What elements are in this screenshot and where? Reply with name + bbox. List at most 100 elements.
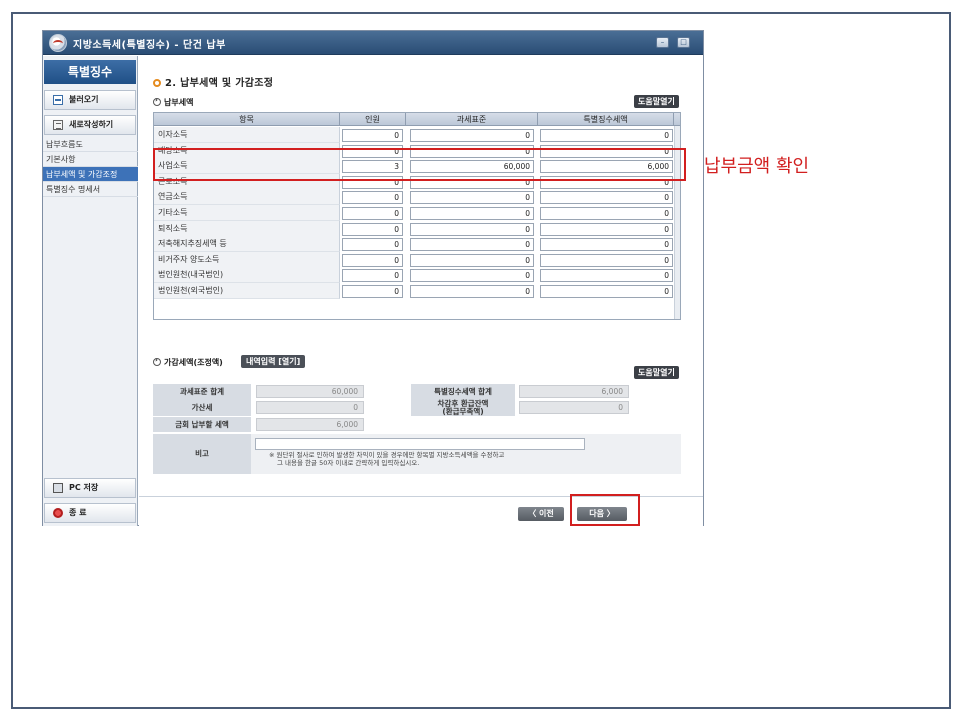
chevron-right-icon bbox=[153, 356, 161, 366]
table-row: 기타소득 0 0 0 bbox=[154, 205, 680, 221]
table-row: 비거주자 양도소득 0 0 0 bbox=[154, 251, 680, 268]
base-total-value: 60,000 bbox=[256, 385, 364, 398]
remark-label: 비고 bbox=[153, 434, 251, 474]
load-button-label: 불러오기 bbox=[69, 95, 99, 104]
new-document-button[interactable]: 새로작성하기 bbox=[44, 115, 136, 135]
addition-label: 가산세 bbox=[153, 399, 251, 416]
sidebar-item-tax-adjust[interactable]: 납부세액 및 가감조정 bbox=[43, 167, 138, 182]
count-input-retirement[interactable]: 0 bbox=[342, 222, 403, 236]
sidebar-header: 특별징수 bbox=[44, 60, 136, 84]
tax-total-label: 특별징수세액 합계 bbox=[411, 384, 515, 399]
detail-input-button[interactable]: 내역입력 [열기] bbox=[241, 355, 306, 368]
window-title: 지방소득세(특별징수) - 단건 납부 bbox=[73, 40, 226, 51]
base-input-corp-domestic[interactable]: 0 bbox=[410, 269, 534, 283]
adjust-subtitle-text: 가감세액(조정액) bbox=[164, 358, 223, 367]
highlight-business-income-box bbox=[153, 148, 686, 181]
tax-input-retirement[interactable]: 0 bbox=[540, 222, 673, 236]
payable-value: 6,000 bbox=[256, 418, 364, 431]
adjust-row-payable: 금회 납부할 세액 6,000 bbox=[153, 417, 681, 432]
tax-input-savings[interactable]: 0 bbox=[540, 238, 673, 252]
table-row: 퇴직소득 0 0 0 bbox=[154, 220, 680, 237]
exit-label: 종 료 bbox=[69, 508, 87, 517]
count-input-corp-foreign[interactable]: 0 bbox=[342, 285, 403, 298]
row-label-savings: 저축해지추징세액 등 bbox=[154, 236, 340, 253]
remark-note-line2: 그 내용을 한글 50자 이내로 간략하게 입력하십시오. bbox=[277, 459, 420, 467]
load-file-icon bbox=[53, 95, 63, 105]
refund-label-line2: (환급무족액) bbox=[442, 407, 484, 416]
refund-value: 0 bbox=[519, 401, 629, 414]
help-button[interactable]: 도움말열기 bbox=[634, 95, 679, 108]
title-bar: 지방소득세(특별징수) - 단건 납부 – □ bbox=[43, 31, 703, 55]
row-label-corp-foreign: 법인원천(외국법인) bbox=[154, 283, 340, 299]
pc-save-button[interactable]: PC 저장 bbox=[44, 478, 136, 498]
table-row: 법인원천(내국법인) 0 0 0 bbox=[154, 267, 680, 284]
new-document-label: 새로작성하기 bbox=[69, 120, 114, 129]
remark-note: ※ 원단위 절사로 인하여 발생한 차익이 있을 경우에만 항목별 지방소득세액… bbox=[269, 451, 504, 467]
base-input-pension[interactable]: 0 bbox=[410, 191, 534, 205]
count-input-corp-domestic[interactable]: 0 bbox=[342, 269, 403, 283]
chevron-right-icon bbox=[153, 96, 161, 106]
pc-save-label: PC 저장 bbox=[69, 483, 99, 492]
grid-header: 항목 인원 과세표준 특별징수세액 bbox=[154, 113, 680, 126]
base-input-corp-foreign[interactable]: 0 bbox=[410, 285, 534, 298]
refund-label: 차감후 환급잔액 (환급무족액) bbox=[411, 399, 515, 416]
base-input-retirement[interactable]: 0 bbox=[410, 222, 534, 236]
base-input-other[interactable]: 0 bbox=[410, 207, 534, 220]
count-input-pension[interactable]: 0 bbox=[342, 191, 403, 205]
government-logo-icon bbox=[49, 34, 67, 52]
tax-input-corp-foreign[interactable]: 0 bbox=[540, 285, 673, 298]
tax-input-pension[interactable]: 0 bbox=[540, 191, 673, 205]
tax-grid: 항목 인원 과세표준 특별징수세액 이자소득 0 0 0 배당소득 0 0 0 사업소득 3 60,… bbox=[153, 112, 681, 320]
remark-note-line1: ※ 원단위 절사로 인하여 발생한 차익이 있을 경우에만 항목별 지방소득세액… bbox=[269, 451, 505, 459]
base-input-nonresident[interactable]: 0 bbox=[410, 253, 534, 267]
save-disk-icon bbox=[53, 483, 63, 493]
exit-button[interactable]: 종 료 bbox=[44, 503, 136, 523]
tax-subtitle-text: 납부세액 bbox=[164, 98, 194, 107]
main-content: 2. 납부세액 및 가감조정 납부세액 도움말열기 항목 인원 과세표준 특별징… bbox=[139, 56, 703, 496]
table-row: 연금소득 0 0 0 bbox=[154, 189, 680, 206]
header-item: 항목 bbox=[154, 113, 340, 126]
count-input-interest[interactable]: 0 bbox=[342, 129, 403, 142]
row-label-corp-domestic: 법인원천(내국법인) bbox=[154, 267, 340, 284]
tax-input-interest[interactable]: 0 bbox=[540, 129, 673, 142]
payable-label: 금회 납부할 세액 bbox=[153, 417, 251, 432]
row-label-nonresident: 비거주자 양도소득 bbox=[154, 251, 340, 268]
row-label-retirement: 퇴직소득 bbox=[154, 220, 340, 237]
row-label-interest: 이자소득 bbox=[154, 127, 340, 143]
tax-input-nonresident[interactable]: 0 bbox=[540, 253, 673, 267]
sidebar-item-basic[interactable]: 기본사항 bbox=[43, 152, 138, 167]
tax-input-corp-domestic[interactable]: 0 bbox=[540, 269, 673, 283]
load-button[interactable]: 불러오기 bbox=[44, 90, 136, 110]
section-title: 2. 납부세액 및 가감조정 bbox=[153, 74, 273, 89]
tax-total-value: 6,000 bbox=[519, 385, 629, 398]
section-title-text: 2. 납부세액 및 가감조정 bbox=[165, 78, 274, 89]
header-count: 인원 bbox=[340, 113, 406, 126]
remark-input[interactable] bbox=[255, 438, 585, 450]
sidebar-item-flow[interactable]: 납부흐름도 bbox=[43, 137, 138, 152]
sidebar-item-statement[interactable]: 특별징수 명세서 bbox=[43, 182, 138, 197]
minimize-button[interactable]: – bbox=[656, 37, 669, 48]
table-row: 법인원천(외국법인) 0 0 0 bbox=[154, 283, 680, 299]
base-input-savings[interactable]: 0 bbox=[410, 238, 534, 252]
tax-input-other[interactable]: 0 bbox=[540, 207, 673, 220]
help-button-2[interactable]: 도움말열기 bbox=[634, 366, 679, 379]
base-input-interest[interactable]: 0 bbox=[410, 129, 534, 142]
tax-subtitle: 납부세액 bbox=[153, 96, 194, 108]
exit-icon bbox=[53, 508, 63, 518]
highlight-next-button-box bbox=[570, 494, 640, 526]
prev-button[interactable]: 〈 이전 bbox=[518, 507, 564, 521]
new-document-icon bbox=[53, 120, 63, 130]
section-bullet-icon bbox=[153, 79, 161, 87]
adjust-table: 과세표준 합계 60,000 특별징수세액 합계 6,000 가산세 0 차감후… bbox=[153, 384, 681, 474]
count-input-nonresident[interactable]: 0 bbox=[342, 253, 403, 267]
row-label-pension: 연금소득 bbox=[154, 189, 340, 206]
count-input-other[interactable]: 0 bbox=[342, 207, 403, 220]
adjust-row-addition: 가산세 0 차감후 환급잔액 (환급무족액) 0 bbox=[153, 399, 681, 416]
maximize-button[interactable]: □ bbox=[677, 37, 690, 48]
addition-value: 0 bbox=[256, 401, 364, 414]
header-base: 과세표준 bbox=[406, 113, 538, 126]
annotation-text: 납부금액 확인 bbox=[704, 156, 810, 177]
count-input-savings[interactable]: 0 bbox=[342, 238, 403, 252]
header-tax: 특별징수세액 bbox=[538, 113, 674, 126]
adjust-subtitle: 가감세액(조정액) bbox=[153, 356, 223, 368]
